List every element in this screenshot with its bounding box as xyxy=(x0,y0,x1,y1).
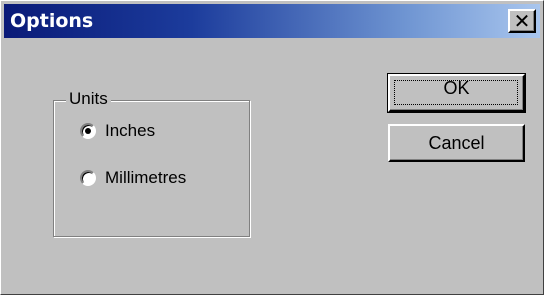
ok-button-label: OK xyxy=(443,78,470,98)
radio-inches-circle[interactable] xyxy=(80,123,96,139)
title-bar[interactable]: Options ✕ xyxy=(4,4,540,38)
radio-inches-label[interactable]: Inches xyxy=(105,121,155,141)
dialog-title: Options xyxy=(10,10,94,32)
ok-button[interactable]: OK xyxy=(387,73,526,113)
close-button[interactable]: ✕ xyxy=(508,9,536,33)
units-group-label: Units xyxy=(66,89,111,109)
radio-millimetres-circle[interactable] xyxy=(80,170,96,186)
cancel-button[interactable]: Cancel xyxy=(388,124,525,162)
radio-millimetres-label[interactable]: Millimetres xyxy=(105,168,186,188)
radio-selected-dot xyxy=(85,128,91,134)
radio-millimetres[interactable]: Millimetres xyxy=(80,165,186,191)
cancel-button-label: Cancel xyxy=(428,133,485,153)
close-icon: ✕ xyxy=(513,9,531,33)
radio-inches[interactable]: Inches xyxy=(80,118,155,144)
